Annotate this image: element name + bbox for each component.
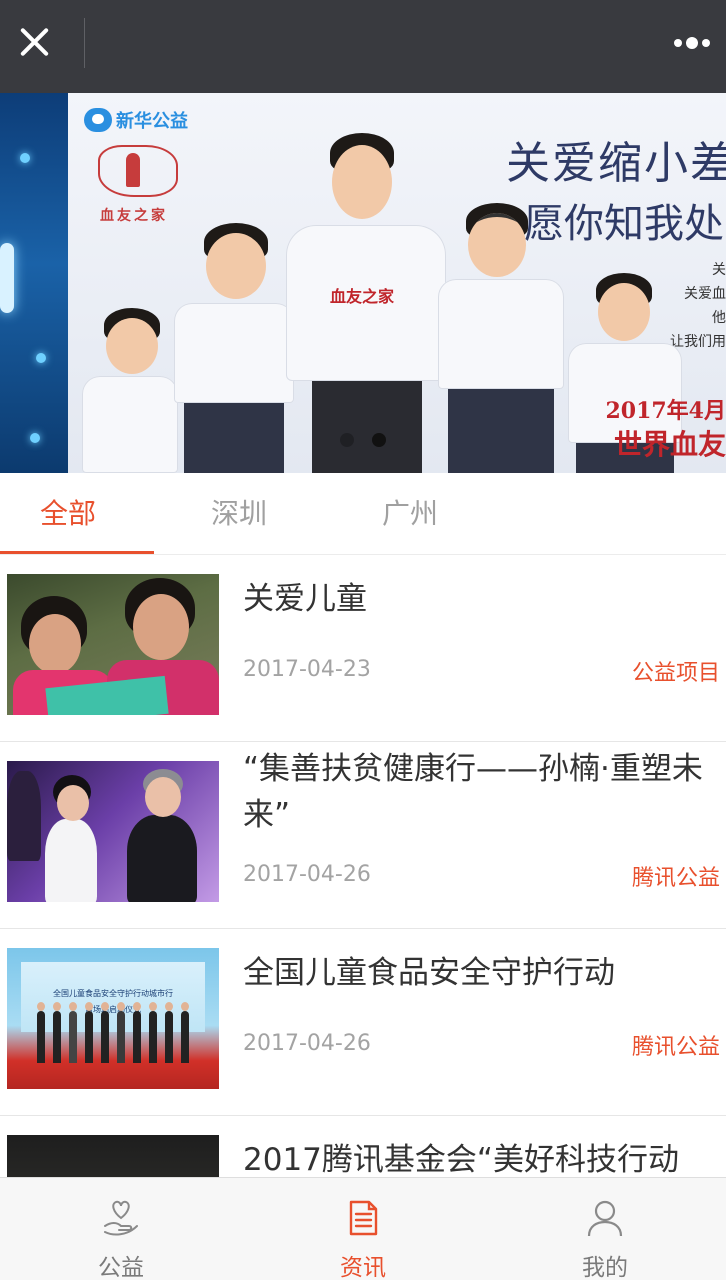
nav-item-news[interactable]: 资讯 [242, 1178, 484, 1280]
banner-side-line: 关爱血 [684, 286, 726, 302]
news-thumbnail [7, 574, 219, 715]
carousel-dot-active[interactable] [372, 433, 386, 447]
heart-hand-icon [104, 1200, 138, 1236]
banner-carousel[interactable]: 新华公益 血友之家 关爱缩小差 愿你知我处 关 关爱血 他 让我们用 血友之家 … [0, 93, 726, 473]
banner-image: 新华公益 血友之家 关爱缩小差 愿你知我处 关 关爱血 他 让我们用 血友之家 … [68, 93, 726, 473]
user-icon [587, 1200, 623, 1237]
news-title: “集善扶贫健康行——孙楠·重塑未来” [243, 751, 703, 833]
news-date: 2017-04-26 [243, 862, 371, 887]
carousel-dot[interactable] [340, 433, 354, 447]
thumb-board-line: 首场站启动仪式 [85, 1005, 141, 1014]
adult-figure: 血友之家 [280, 133, 450, 473]
banner-side-line: 关 [712, 262, 726, 278]
xinhua-logo: 新华公益 [84, 107, 188, 133]
nav-item-charity[interactable]: 公益 [0, 1178, 242, 1280]
category-tabs: 全部 深圳 广州 [0, 473, 726, 555]
news-source[interactable]: 公益项目 [632, 655, 720, 687]
child-figure [168, 223, 298, 473]
news-source[interactable]: 腾讯公益 [632, 1029, 720, 1061]
banner-date: 2017年4月 [605, 398, 726, 424]
nav-label: 资讯 [340, 1255, 386, 1280]
carousel-indicator [340, 433, 386, 447]
more-icon[interactable] [670, 28, 714, 58]
shirt-text: 血友之家 [330, 287, 395, 306]
child-figure [438, 203, 568, 473]
nav-label: 我的 [582, 1255, 628, 1280]
banner-event: 世界血友 [613, 428, 726, 461]
nav-label: 公益 [98, 1255, 144, 1280]
news-source[interactable]: 腾讯公益 [632, 860, 720, 892]
news-date: 2017-04-23 [243, 657, 371, 682]
banner-logo-text: 新华公益 [116, 111, 188, 132]
news-item[interactable]: “集善扶贫健康行——孙楠·重塑未来” 2017-04-26 腾讯公益 [0, 742, 726, 929]
banner-headline-1: 关爱缩小差 [506, 138, 726, 189]
top-bar [0, 0, 726, 93]
document-icon [349, 1200, 378, 1236]
child-figure [78, 308, 178, 473]
tab-all[interactable]: 全部 [40, 491, 96, 537]
tab-shenzhen[interactable]: 深圳 [211, 491, 267, 537]
banner-home-text: 血友之家 [100, 208, 168, 224]
news-thumbnail: 全国儿童食品安全守护行动城市行 首场站启动仪式 [7, 948, 219, 1089]
news-title: 关爱儿童 [243, 581, 367, 617]
thumb-board-line: 全国儿童食品安全守护行动城市行 [53, 989, 173, 998]
nav-item-mine[interactable]: 我的 [484, 1178, 726, 1280]
bottom-nav: 公益 资讯 我的 [0, 1177, 726, 1280]
news-date: 2017-04-26 [243, 1031, 371, 1056]
topbar-divider [84, 18, 85, 68]
news-title: 全国儿童食品安全守护行动 [243, 955, 615, 991]
news-item[interactable]: 关爱儿童 2017-04-23 公益项目 [0, 555, 726, 742]
tab-guangzhou[interactable]: 广州 [382, 491, 438, 537]
person-icon [126, 153, 140, 187]
previous-slide-peek [0, 93, 68, 473]
close-icon[interactable] [12, 20, 56, 64]
banner-side-line: 他 [712, 310, 726, 326]
news-item[interactable]: 全国儿童食品安全守护行动城市行 首场站启动仪式 全国儿童食品安全守护行动 201… [0, 929, 726, 1116]
xinhua-logo-icon [84, 108, 112, 132]
news-thumbnail [7, 761, 219, 902]
